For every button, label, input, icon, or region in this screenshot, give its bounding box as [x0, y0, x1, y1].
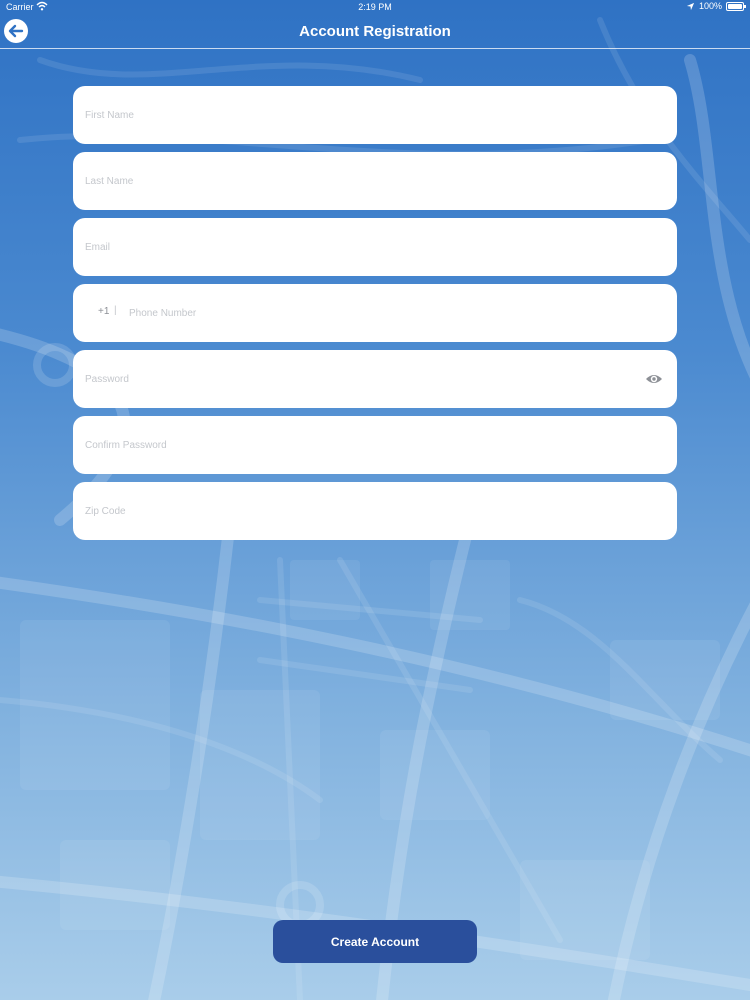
- battery-icon: [726, 1, 746, 11]
- eye-icon[interactable]: [645, 371, 663, 387]
- zip-code-field: [73, 482, 677, 540]
- status-time: 2:19 PM: [358, 2, 392, 12]
- page-title: Account Registration: [299, 23, 451, 40]
- last-name-input[interactable]: [85, 152, 645, 210]
- last-name-field: [73, 152, 677, 210]
- location-arrow-icon: [686, 2, 695, 10]
- confirm-password-input[interactable]: [85, 416, 645, 474]
- create-account-button[interactable]: Create Account: [273, 920, 477, 963]
- email-input[interactable]: [85, 218, 645, 276]
- battery-fill: [728, 3, 742, 9]
- zip-code-input[interactable]: [85, 482, 645, 540]
- nav-bar: Account Registration: [0, 14, 750, 49]
- confirm-password-field: [73, 416, 677, 474]
- status-right: 100%: [686, 1, 746, 11]
- battery-percent: 100%: [698, 1, 722, 11]
- phone-number-input[interactable]: [129, 284, 649, 342]
- country-code-separator: |: [114, 305, 117, 316]
- first-name-input[interactable]: [85, 86, 645, 144]
- country-code: +1: [98, 306, 110, 317]
- phone-field: +1 |: [73, 284, 677, 342]
- password-input[interactable]: [85, 350, 625, 408]
- password-field: [73, 350, 677, 408]
- email-field: [73, 218, 677, 276]
- registration-form: +1 |: [73, 86, 677, 548]
- status-bar: Carrier 2:19 PM 100%: [0, 0, 750, 14]
- first-name-field: [73, 86, 677, 144]
